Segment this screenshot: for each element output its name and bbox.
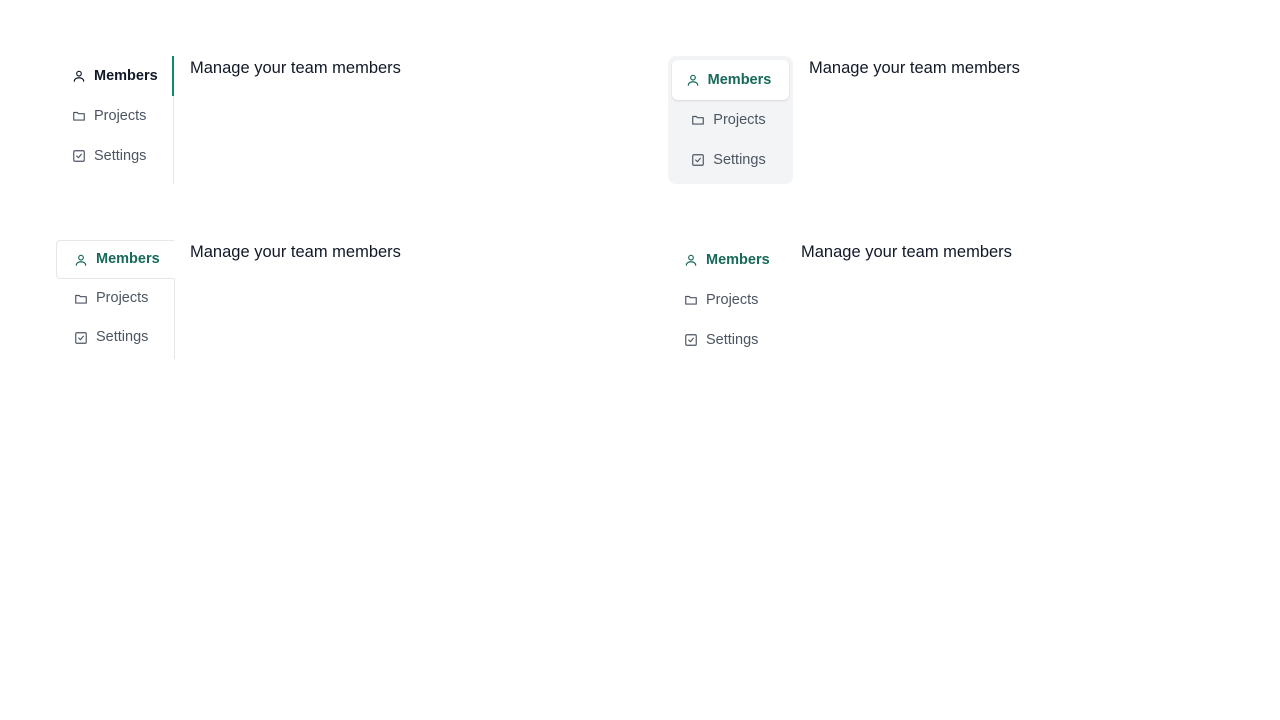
tabs-demo-enclosed: Members Projects Settings Manage your te… — [56, 240, 616, 360]
vertical-tab-list: Members Projects Settings — [56, 56, 174, 184]
vertical-tab-list: Members Projects Settings — [668, 56, 793, 184]
tab-projects[interactable]: Projects — [668, 280, 778, 320]
tab-members[interactable]: Members — [672, 60, 789, 100]
tab-projects[interactable]: Projects — [672, 100, 789, 140]
tab-settings[interactable]: Settings — [668, 320, 778, 360]
tabs-demo-plain: Members Projects Settings Manage your te… — [668, 240, 1228, 360]
tab-settings[interactable]: Settings — [56, 136, 174, 176]
checkbox-icon — [72, 149, 86, 163]
tab-label: Members — [96, 251, 160, 268]
folder-icon — [74, 292, 88, 306]
checkbox-icon — [684, 333, 698, 347]
folder-icon — [691, 113, 705, 127]
tab-label: Settings — [713, 151, 766, 168]
tab-label: Projects — [94, 107, 147, 124]
checkbox-icon — [691, 153, 705, 167]
tab-label: Members — [707, 71, 772, 88]
tab-projects[interactable]: Projects — [56, 279, 175, 318]
user-icon — [74, 253, 88, 267]
user-icon — [684, 253, 698, 267]
tab-panel-text: Manage your team members — [809, 59, 1020, 77]
tab-projects[interactable]: Projects — [56, 96, 174, 136]
tab-label: Members — [94, 67, 158, 84]
tab-label: Settings — [96, 329, 149, 346]
vertical-tab-list: Members Projects Settings — [668, 240, 778, 360]
checkbox-icon — [74, 331, 88, 345]
tab-label: Projects — [706, 291, 759, 308]
tab-label: Projects — [713, 111, 766, 128]
tab-label: Settings — [94, 147, 147, 164]
tabs-demo-pills: Members Projects Settings Manage your te… — [668, 56, 1228, 184]
tab-label: Members — [706, 251, 770, 268]
tab-settings[interactable]: Settings — [56, 318, 175, 357]
tab-settings[interactable]: Settings — [672, 140, 789, 180]
user-icon — [72, 69, 86, 83]
tab-label: Settings — [706, 331, 759, 348]
user-icon — [686, 73, 700, 87]
tab-members[interactable]: Members — [56, 56, 174, 96]
vertical-tab-list: Members Projects Settings — [56, 240, 175, 359]
tab-members[interactable]: Members — [56, 240, 175, 279]
folder-icon — [684, 293, 698, 307]
tab-panel-text: Manage your team members — [190, 243, 401, 261]
tabs-demo-line: Members Projects Settings Manage your te… — [56, 56, 616, 184]
tab-panel-text: Manage your team members — [190, 59, 401, 77]
folder-icon — [72, 109, 86, 123]
tab-members[interactable]: Members — [668, 240, 778, 280]
tab-label: Projects — [96, 290, 149, 307]
tab-panel-text: Manage your team members — [801, 243, 1012, 261]
